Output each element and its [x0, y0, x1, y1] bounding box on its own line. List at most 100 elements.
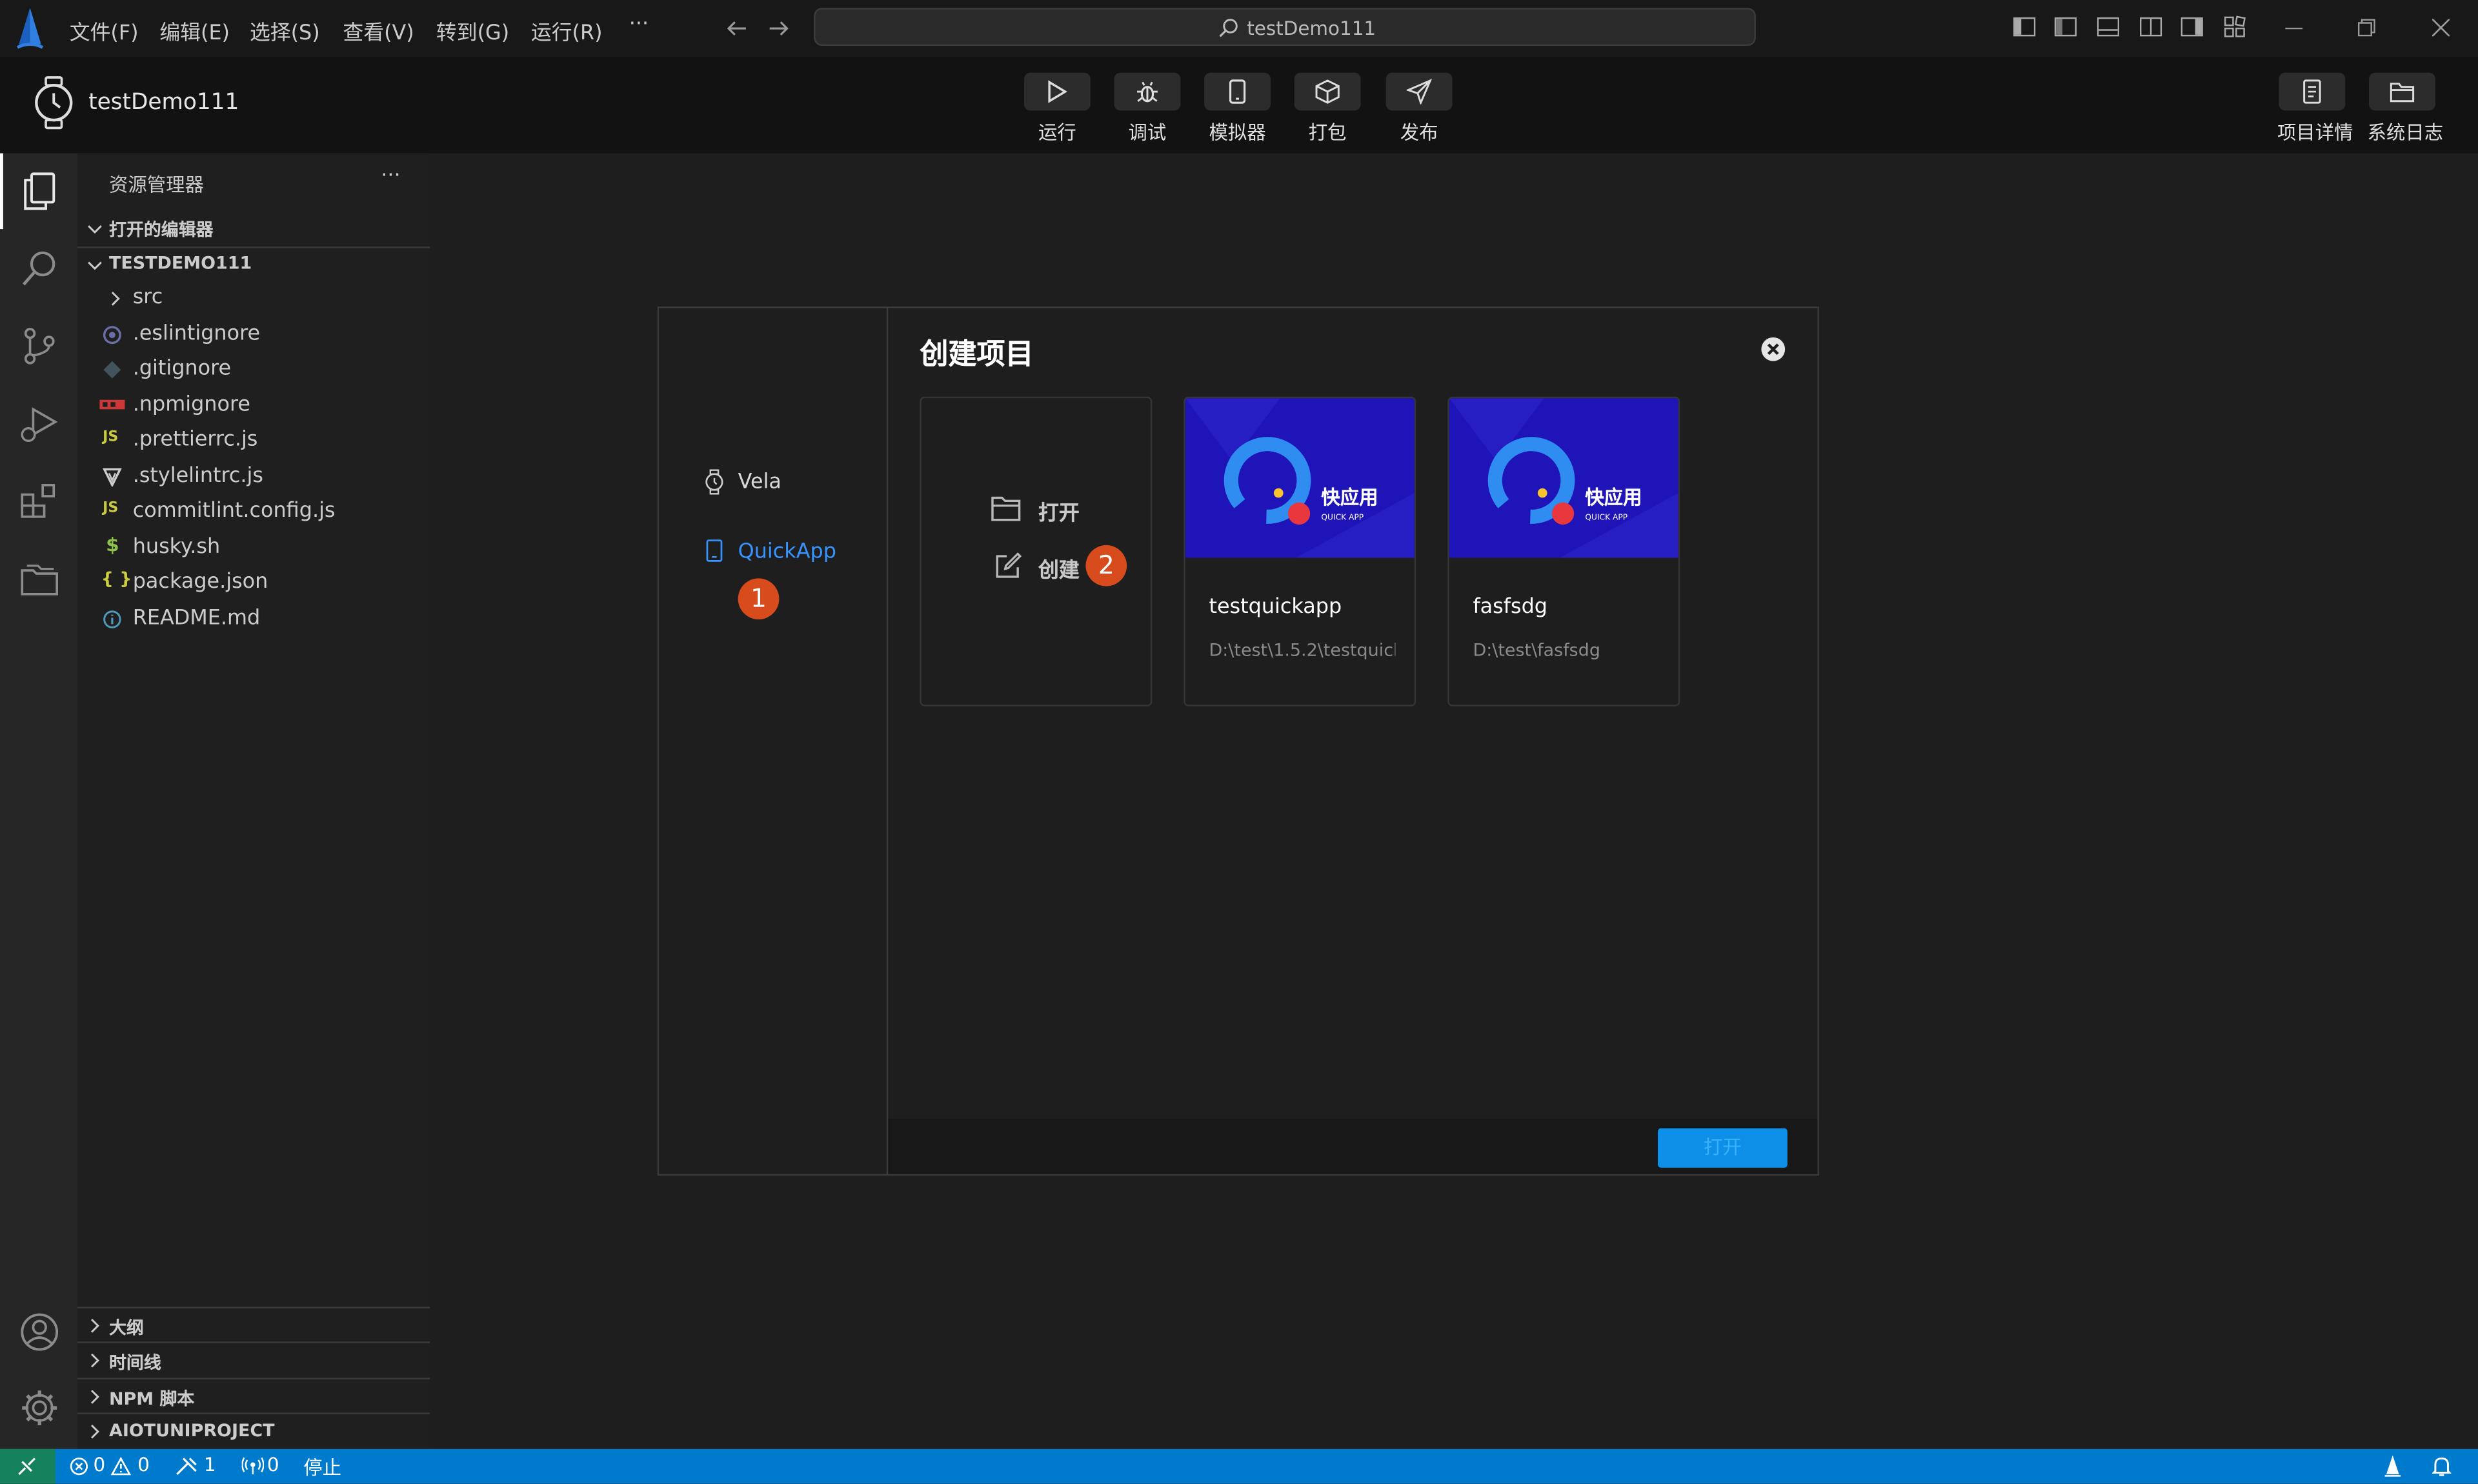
minimize-icon[interactable]	[2285, 27, 2303, 30]
debug-button[interactable]: 调试	[1113, 72, 1182, 146]
chevron-down-icon	[88, 225, 102, 234]
project-card-fasfsdg[interactable]: 快应用 QUICK APP fasfsdg D:\test\fasfsdg	[1447, 396, 1680, 707]
action-card: 打开 创建 2	[920, 396, 1153, 707]
menu-selection[interactable]: 选择(S)	[250, 15, 320, 46]
create-project-action[interactable]: 创建	[991, 550, 1102, 585]
project-detail-label: 项目详情	[2277, 121, 2353, 144]
dialog-content: 创建项目 打开 创建 2 快应用 QUICK APP testquickapp …	[888, 308, 1818, 1174]
sail-logo-icon[interactable]	[2384, 1455, 2401, 1478]
section-timeline[interactable]: 时间线	[77, 1341, 430, 1376]
pack-button[interactable]: 打包	[1293, 72, 1362, 146]
system-log-label: 系统日志	[2367, 121, 2444, 144]
watch-icon	[705, 469, 723, 495]
explorer-icon[interactable]	[19, 170, 60, 212]
explorer-more-button[interactable]: ···	[381, 165, 400, 188]
step-1-badge: 1	[738, 578, 780, 620]
create-action-label: 创建	[1038, 559, 1080, 583]
toggle-panel-icon[interactable]	[2097, 15, 2120, 37]
remote-indicator[interactable]	[0, 1449, 55, 1484]
tree-item-label: husky.sh	[132, 536, 221, 559]
simulator-label: 模拟器	[1209, 121, 1266, 144]
quickapp-logo-sub: QUICK APP	[1321, 513, 1364, 523]
customize-layout-icon[interactable]	[2224, 15, 2246, 37]
dialog-footer: 打开	[888, 1118, 1818, 1174]
project-detail-button[interactable]: 项目详情	[2277, 72, 2353, 146]
tree-item-label: .prettierrc.js	[132, 428, 258, 452]
menu-go[interactable]: 转到(G)	[436, 15, 509, 46]
ports-indicator[interactable]: 0	[241, 1449, 289, 1484]
simulator-button[interactable]: 模拟器	[1203, 72, 1273, 146]
project-name: fasfsdg	[1473, 596, 1547, 620]
tree-item-label: README.md	[132, 607, 261, 631]
section-npm-scripts[interactable]: NPM 脚本	[77, 1378, 430, 1413]
close-dialog-icon[interactable]	[1760, 337, 1786, 362]
project-root-label: TESTDEMO111	[108, 252, 252, 274]
menu-file[interactable]: 文件(F)	[70, 15, 139, 46]
toggle-secondary-sidebar-icon[interactable]	[2181, 15, 2203, 37]
notification-bell-icon[interactable]	[2432, 1456, 2452, 1478]
tools-indicator[interactable]: 1	[176, 1449, 223, 1484]
phone-icon	[706, 539, 723, 562]
command-center-search[interactable]: testDemo111	[814, 8, 1756, 46]
run-button[interactable]: 运行	[1023, 72, 1093, 146]
tools-icon	[176, 1458, 197, 1476]
chevron-right-icon	[111, 292, 120, 306]
problems-indicator[interactable]: 0 0	[68, 1449, 155, 1484]
nav-item-vela[interactable]: Vela	[703, 468, 877, 499]
package-icon	[1315, 79, 1340, 104]
broadcast-icon	[241, 1457, 264, 1474]
back-arrow-icon[interactable]	[725, 17, 747, 39]
section-outline[interactable]: 大纲	[77, 1307, 430, 1341]
tree-item-label: .eslintignore	[132, 322, 261, 346]
document-icon	[2303, 79, 2321, 104]
open-project-action[interactable]: 打开	[991, 493, 1102, 528]
account-icon[interactable]	[19, 1312, 60, 1353]
tree-item-label: .gitignore	[132, 357, 232, 381]
open-editors-header[interactable]: 打开的编辑器	[77, 212, 430, 246]
play-icon	[1048, 80, 1067, 103]
settings-gear-icon[interactable]	[19, 1387, 60, 1429]
chevron-right-icon	[91, 1424, 99, 1439]
tree-item-label: commitlint.config.js	[132, 499, 336, 523]
stop-button[interactable]: 停止	[303, 1454, 341, 1481]
project-manager-icon[interactable]	[19, 557, 60, 599]
close-window-icon[interactable]	[2432, 19, 2450, 37]
nav-item-quickapp[interactable]: QuickApp	[703, 537, 877, 569]
search-activity-icon[interactable]	[19, 248, 60, 289]
active-indicator	[0, 153, 3, 230]
extensions-icon[interactable]	[19, 480, 60, 521]
app-window: 文件(F) 编辑(E) 选择(S) 查看(V) 转到(G) 运行(R) ··· …	[0, 0, 2478, 1484]
debug-label: 调试	[1128, 121, 1167, 144]
system-log-button[interactable]: 系统日志	[2367, 72, 2444, 146]
sidebar-layout-icon[interactable]	[2054, 15, 2077, 37]
create-project-dialog: Vela QuickApp 1 创建项目 打开 创建 2 快应用 QUICK A…	[657, 306, 1819, 1176]
chevron-right-icon	[91, 1390, 99, 1404]
menu-more[interactable]: ···	[629, 13, 649, 37]
restore-icon[interactable]	[2357, 19, 2375, 37]
nav-item-label: QuickApp	[738, 540, 836, 565]
dialog-title: 创建项目	[920, 338, 1034, 372]
source-control-icon[interactable]	[19, 325, 60, 366]
run-label: 运行	[1038, 121, 1076, 144]
remote-icon	[18, 1458, 36, 1476]
split-editor-icon[interactable]	[2139, 15, 2162, 37]
toggle-primary-sidebar-icon[interactable]	[2013, 15, 2036, 37]
open-button[interactable]: 打开	[1658, 1128, 1788, 1168]
chevron-right-icon	[91, 1353, 99, 1368]
forward-arrow-icon[interactable]	[768, 17, 790, 39]
run-debug-icon[interactable]	[19, 403, 60, 444]
open-action-label: 打开	[1038, 502, 1080, 526]
project-root-header[interactable]: TESTDEMO111	[77, 246, 430, 283]
error-count: 0	[93, 1454, 106, 1476]
publish-button[interactable]: 发布	[1384, 72, 1454, 146]
chevron-right-icon	[91, 1318, 99, 1333]
menu-run[interactable]: 运行(R)	[531, 15, 603, 46]
explorer-sidebar: 资源管理器 ··· 打开的编辑器 TESTDEMO111 src .eslint…	[77, 153, 430, 1449]
npm-icon	[99, 399, 125, 410]
menu-view[interactable]: 查看(V)	[343, 15, 414, 46]
section-aiotuniproject[interactable]: AIOTUNIPROJECT	[77, 1412, 430, 1447]
quickapp-thumbnail: 快应用 QUICK APP	[1449, 398, 1678, 558]
ports-count: 0	[267, 1454, 279, 1476]
menu-edit[interactable]: 编辑(E)	[159, 15, 230, 46]
project-card-testquickapp[interactable]: 快应用 QUICK APP testquickapp D:\test\1.5.2…	[1184, 396, 1416, 707]
